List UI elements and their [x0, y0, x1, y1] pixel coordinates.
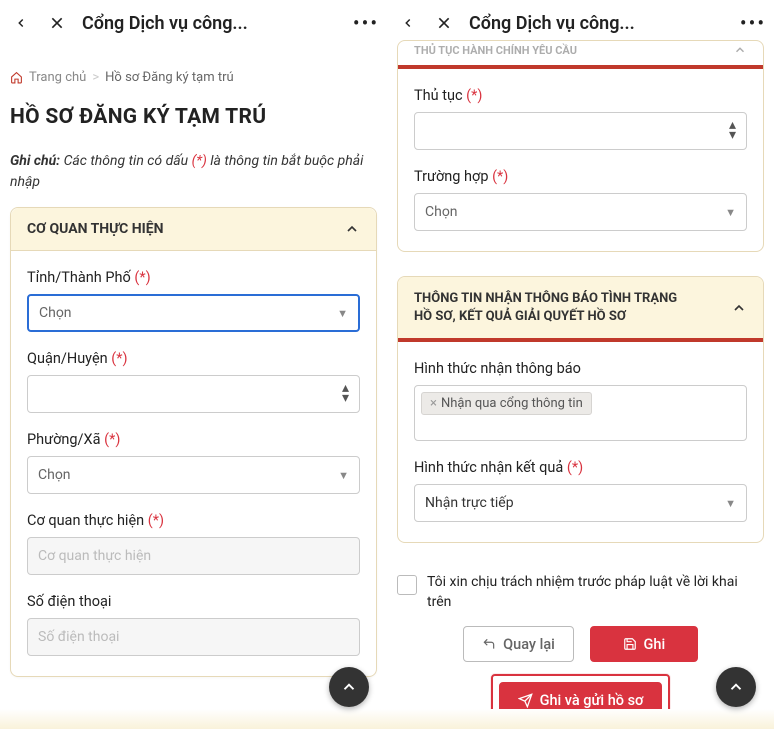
district-select[interactable]: ▴▾	[27, 375, 360, 413]
back-button-label: Quay lại	[503, 636, 555, 653]
section-agency-title: CƠ QUAN THỰC HIỆN	[27, 221, 164, 237]
breadcrumb: Trang chủ > Hồ sơ Đăng ký tạm trú	[10, 70, 377, 85]
ward-select[interactable]: Chọn ▼	[27, 456, 360, 494]
save-icon	[623, 637, 637, 651]
procedure-label: Thủ tục (*)	[414, 87, 747, 104]
province-select[interactable]: Chọn ▼	[27, 294, 360, 332]
province-value: Chọn	[39, 305, 72, 321]
field-agency: Cơ quan thực hiện (*) Cơ quan thực hiện	[27, 512, 360, 575]
topbar-title: Cổng Dịch vụ công...	[82, 13, 341, 34]
note-prefix: Ghi chú:	[10, 153, 60, 169]
page-title: HỒ SƠ ĐĂNG KÝ TẠM TRÚ	[10, 105, 377, 129]
section-procedure-header[interactable]: THỦ TỤC HÀNH CHÍNH YÊU CẦU	[398, 41, 763, 69]
section-notification-title: THÔNG TIN NHẬN THÔNG BÁO TÌNH TRẠNG HỒ S…	[414, 290, 694, 325]
notify-tagbox[interactable]: × Nhận qua cổng thông tin	[414, 385, 747, 441]
field-procedure: Thủ tục (*) ▴▾	[414, 87, 747, 150]
breadcrumb-current: Hồ sơ Đăng ký tạm trú	[105, 70, 234, 85]
field-result: Hình thức nhận kết quả (*) Nhận trực tiế…	[414, 459, 747, 522]
field-district: Quận/Huyện (*) ▴▾	[27, 350, 360, 413]
section-agency-body: Tỉnh/Thành Phố (*) Chọn ▼ Quận/Huyện (*)…	[11, 251, 376, 676]
scroll-top-button[interactable]	[329, 667, 369, 707]
agency-input[interactable]: Cơ quan thực hiện	[27, 537, 360, 575]
content-left: Trang chủ > Hồ sơ Đăng ký tạm trú HỒ SƠ …	[0, 46, 387, 677]
consent-label: Tôi xin chịu trách nhiệm trước pháp luật…	[427, 573, 764, 612]
topbar-title: Cổng Dịch vụ công...	[469, 13, 728, 34]
consent-checkbox[interactable]	[397, 575, 417, 595]
send-icon	[518, 693, 533, 708]
consent-row: Tôi xin chịu trách nhiệm trước pháp luật…	[387, 567, 774, 626]
section-notification: THÔNG TIN NHẬN THÔNG BÁO TÌNH TRẠNG HỒ S…	[397, 276, 764, 543]
content-right: THỦ TỤC HÀNH CHÍNH YÊU CẦU Thủ tục (*) ▴…	[387, 40, 774, 729]
phone-label: Số điện thoại	[27, 593, 360, 610]
case-select[interactable]: Chọn ▼	[414, 193, 747, 231]
caret-down-icon: ▼	[338, 469, 349, 482]
topbar: Cổng Dịch vụ công... •••	[0, 0, 387, 46]
section-procedure-body: Thủ tục (*) ▴▾ Trường hợp (*) Chọn ▼	[398, 69, 763, 251]
caret-down-icon: ▼	[725, 206, 736, 219]
screen-right: Cổng Dịch vụ công... ••• THỦ TỤC HÀNH CH…	[387, 0, 774, 729]
more-icon[interactable]: •••	[355, 12, 377, 34]
button-row: Quay lại Ghi	[387, 626, 774, 674]
bottom-strip	[387, 709, 774, 729]
procedure-select[interactable]: ▴▾	[414, 112, 747, 150]
back-icon[interactable]	[10, 12, 32, 34]
section-agency-header[interactable]: CƠ QUAN THỰC HIỆN	[11, 208, 376, 251]
case-value: Chọn	[425, 204, 458, 220]
save-button-label: Ghi	[644, 636, 666, 653]
section-agency: CƠ QUAN THỰC HIỆN Tỉnh/Thành Phố (*) Chọ…	[10, 207, 377, 677]
reply-icon	[482, 637, 496, 651]
field-province: Tỉnh/Thành Phố (*) Chọn ▼	[27, 269, 360, 332]
back-icon[interactable]	[397, 12, 419, 34]
agency-label: Cơ quan thực hiện (*)	[27, 512, 360, 529]
updown-icon: ▴▾	[729, 121, 736, 141]
partial-top-title: THỦ TỤC HÀNH CHÍNH YÊU CẦU	[414, 44, 577, 57]
breadcrumb-sep: >	[92, 70, 99, 85]
screen-left: Cổng Dịch vụ công... ••• Trang chủ > Hồ …	[0, 0, 387, 729]
chevron-up-icon	[733, 43, 747, 57]
note-body-1: Các thông tin có dấu	[64, 153, 189, 169]
ward-label: Phường/Xã (*)	[27, 431, 360, 448]
caret-down-icon: ▼	[725, 497, 736, 510]
close-icon[interactable]	[433, 12, 455, 34]
caret-down-icon: ▼	[337, 307, 348, 320]
field-ward: Phường/Xã (*) Chọn ▼	[27, 431, 360, 494]
save-button[interactable]: Ghi	[590, 626, 698, 662]
more-icon[interactable]: •••	[742, 12, 764, 34]
updown-icon: ▴▾	[342, 384, 349, 404]
bottom-strip	[0, 709, 387, 729]
result-value: Nhận trực tiếp	[425, 495, 514, 511]
notify-tag[interactable]: × Nhận qua cổng thông tin	[421, 392, 592, 415]
section-notification-body: Hình thức nhận thông báo × Nhận qua cổng…	[398, 342, 763, 542]
scroll-top-button[interactable]	[716, 667, 756, 707]
notify-label: Hình thức nhận thông báo	[414, 360, 747, 377]
close-icon[interactable]	[46, 12, 68, 34]
field-case: Trường hợp (*) Chọn ▼	[414, 168, 747, 231]
case-label: Trường hợp (*)	[414, 168, 747, 185]
note: Ghi chú: Các thông tin có dấu (*) là thô…	[10, 151, 377, 193]
field-notify: Hình thức nhận thông báo × Nhận qua cổng…	[414, 360, 747, 441]
home-icon	[10, 71, 23, 84]
submit-button-label: Ghi và gửi hồ sơ	[540, 692, 644, 709]
ward-value: Chọn	[38, 467, 71, 483]
notify-tag-label: Nhận qua cổng thông tin	[441, 396, 583, 411]
section-procedure: THỦ TỤC HÀNH CHÍNH YÊU CẦU Thủ tục (*) ▴…	[397, 40, 764, 252]
section-notification-header[interactable]: THÔNG TIN NHẬN THÔNG BÁO TÌNH TRẠNG HỒ S…	[398, 277, 763, 342]
note-req: (*)	[192, 153, 207, 169]
result-label: Hình thức nhận kết quả (*)	[414, 459, 747, 476]
field-phone: Số điện thoại Số điện thoại	[27, 593, 360, 656]
tag-remove-icon[interactable]: ×	[430, 396, 437, 411]
district-label: Quận/Huyện (*)	[27, 350, 360, 367]
phone-input[interactable]: Số điện thoại	[27, 618, 360, 656]
result-select[interactable]: Nhận trực tiếp ▼	[414, 484, 747, 522]
back-button[interactable]: Quay lại	[463, 626, 574, 662]
province-label: Tỉnh/Thành Phố (*)	[27, 269, 360, 286]
breadcrumb-home[interactable]: Trang chủ	[29, 70, 86, 85]
chevron-up-icon	[344, 221, 360, 237]
chevron-up-icon	[731, 300, 747, 316]
